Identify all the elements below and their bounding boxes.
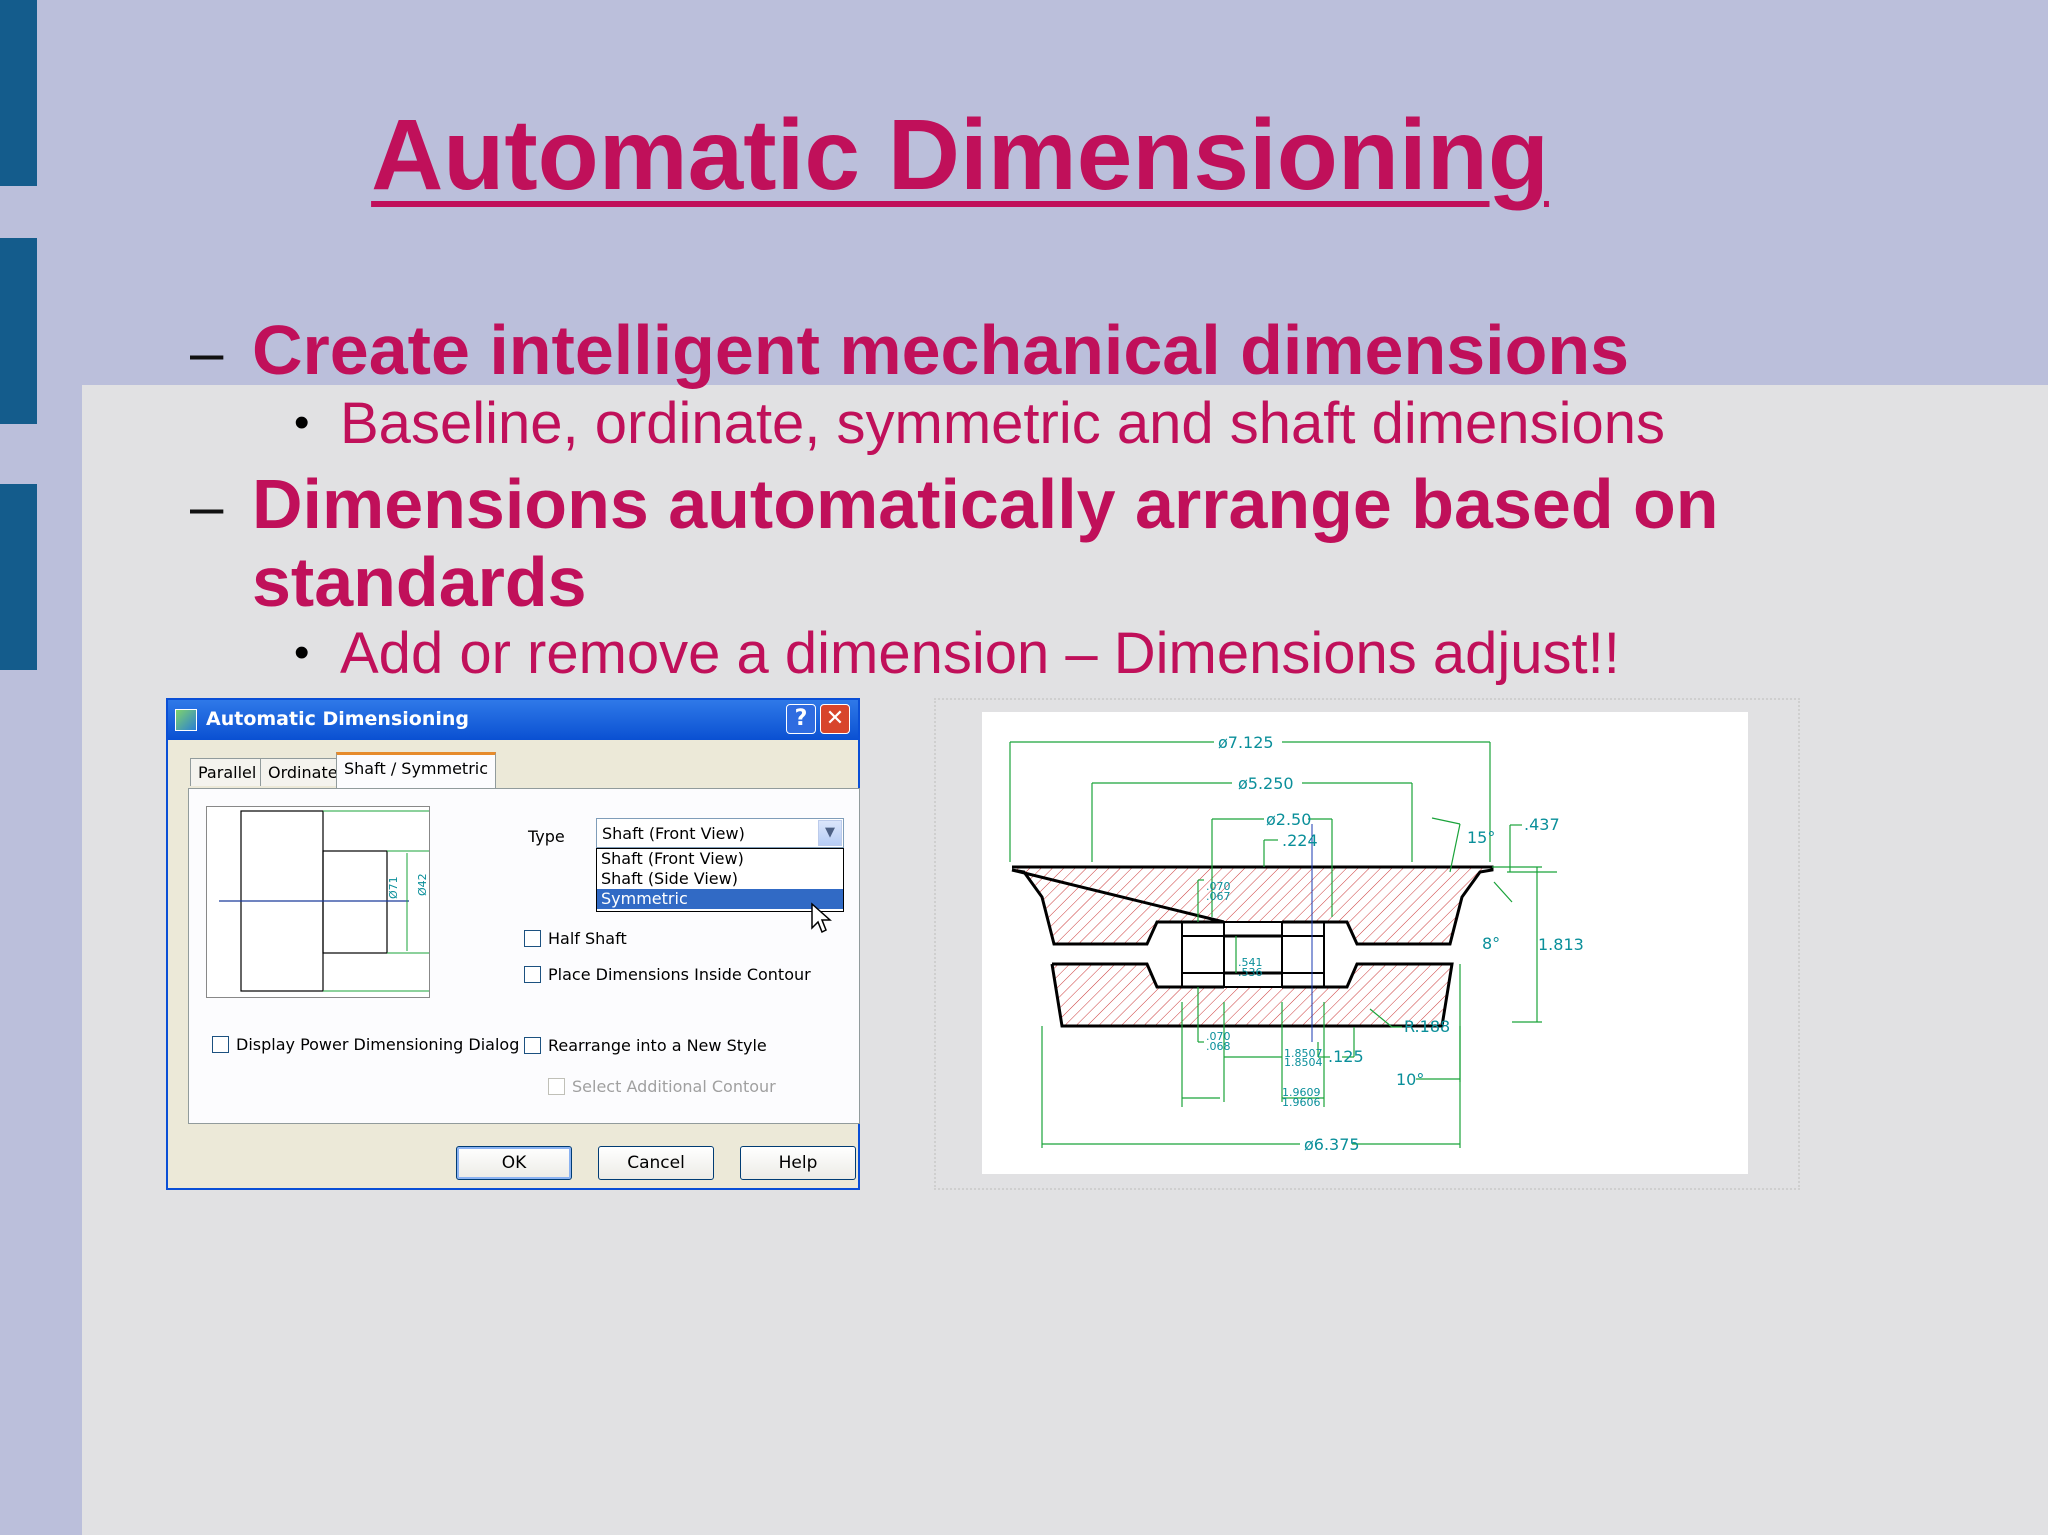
select-additional-checkbox (548, 1078, 565, 1095)
type-select[interactable]: Shaft (Front View) ▼ (596, 818, 844, 848)
point-1-text: Create intelligent mechanical dimensions (252, 311, 1630, 389)
dim-label: 1.813 (1538, 935, 1584, 954)
dialog-titlebar[interactable]: Automatic Dimensioning ? ✕ (168, 700, 858, 740)
slide-title: Automatic Dimensioning (371, 99, 1549, 211)
preview-dim-outer: Ø42 (416, 873, 429, 896)
dim-label: ø6.375 (1304, 1135, 1360, 1154)
rearrange-checkbox[interactable] (524, 1037, 541, 1054)
help-button[interactable]: Help (740, 1146, 856, 1180)
dim-label: .068 (1206, 1040, 1231, 1053)
point-2-text-line2: standards (252, 543, 587, 621)
help-title-button[interactable]: ? (786, 704, 816, 734)
dim-label: 8° (1482, 934, 1500, 953)
dim-label: 1.9606 (1282, 1096, 1321, 1109)
dim-label: 1.8504 (1284, 1056, 1323, 1069)
type-option-selected[interactable]: Symmetric (597, 889, 843, 909)
place-inside-checkbox[interactable] (524, 966, 541, 983)
dash-marker: – (190, 473, 224, 540)
dim-label: .224 (1282, 831, 1318, 850)
close-button[interactable]: ✕ (820, 704, 850, 734)
edge-bar-2 (0, 238, 37, 424)
type-option[interactable]: Shaft (Front View) (597, 849, 843, 869)
type-label: Type (528, 827, 565, 846)
preview-dim-inner: Ø71 (387, 876, 400, 899)
dim-label: .125 (1328, 1047, 1364, 1066)
dim-label: 10° (1396, 1070, 1424, 1089)
tab-parallel[interactable]: Parallel (190, 758, 265, 786)
dim-label: R.188 (1404, 1017, 1450, 1036)
shaft-preview: Ø42 Ø71 (206, 806, 440, 998)
dim-label: .536 (1238, 966, 1263, 979)
select-additional-label: Select Additional Contour (572, 1077, 776, 1096)
half-shaft-checkbox[interactable] (524, 930, 541, 947)
dim-label: .437 (1524, 815, 1560, 834)
cancel-button[interactable]: Cancel (598, 1146, 714, 1180)
chevron-down-icon[interactable]: ▼ (818, 820, 842, 846)
app-icon (175, 709, 197, 731)
ok-button[interactable]: OK (456, 1146, 572, 1180)
bullet-marker: • (294, 398, 310, 447)
dash-marker: – (190, 319, 224, 386)
mouse-cursor-icon (811, 902, 832, 934)
type-option[interactable]: Shaft (Side View) (597, 869, 843, 889)
bullet-marker: • (294, 628, 310, 677)
dim-label: ø5.250 (1238, 774, 1294, 793)
dialog-title: Automatic Dimensioning (206, 708, 469, 730)
type-dropdown-list: Shaft (Front View) Shaft (Side View) Sym… (596, 848, 844, 912)
point-1-sub: Baseline, ordinate, symmetric and shaft … (340, 391, 1665, 456)
rearrange-label: Rearrange into a New Style (548, 1036, 767, 1055)
half-shaft-label: Half Shaft (548, 929, 627, 948)
technical-drawing: ø7.125 ø5.250 ø2.50 .224 .437 15° 8° 1.8… (982, 712, 1748, 1174)
dim-label: ø7.125 (1218, 733, 1274, 752)
point-2-sub: Add or remove a dimension – Dimensions a… (340, 621, 1620, 686)
point-2-text-line1: Dimensions automatically arrange based o… (252, 465, 1719, 543)
dim-label: ø2.50 (1266, 810, 1311, 829)
auto-dim-dialog: Automatic Dimensioning ? ✕ Parallel Ordi… (166, 698, 860, 1190)
display-power-checkbox[interactable] (212, 1036, 229, 1053)
edge-bar-3 (0, 484, 37, 670)
dim-label: 15° (1467, 828, 1495, 847)
display-power-label: Display Power Dimensioning Dialog (236, 1035, 520, 1054)
section-profile (1011, 824, 1494, 1042)
tab-shaft-symmetric[interactable]: Shaft / Symmetric (336, 752, 497, 788)
tab-ordinate[interactable]: Ordinate (260, 758, 346, 786)
place-inside-label: Place Dimensions Inside Contour (548, 965, 811, 984)
dim-label: .067 (1206, 890, 1231, 903)
type-select-value: Shaft (Front View) (602, 824, 745, 843)
